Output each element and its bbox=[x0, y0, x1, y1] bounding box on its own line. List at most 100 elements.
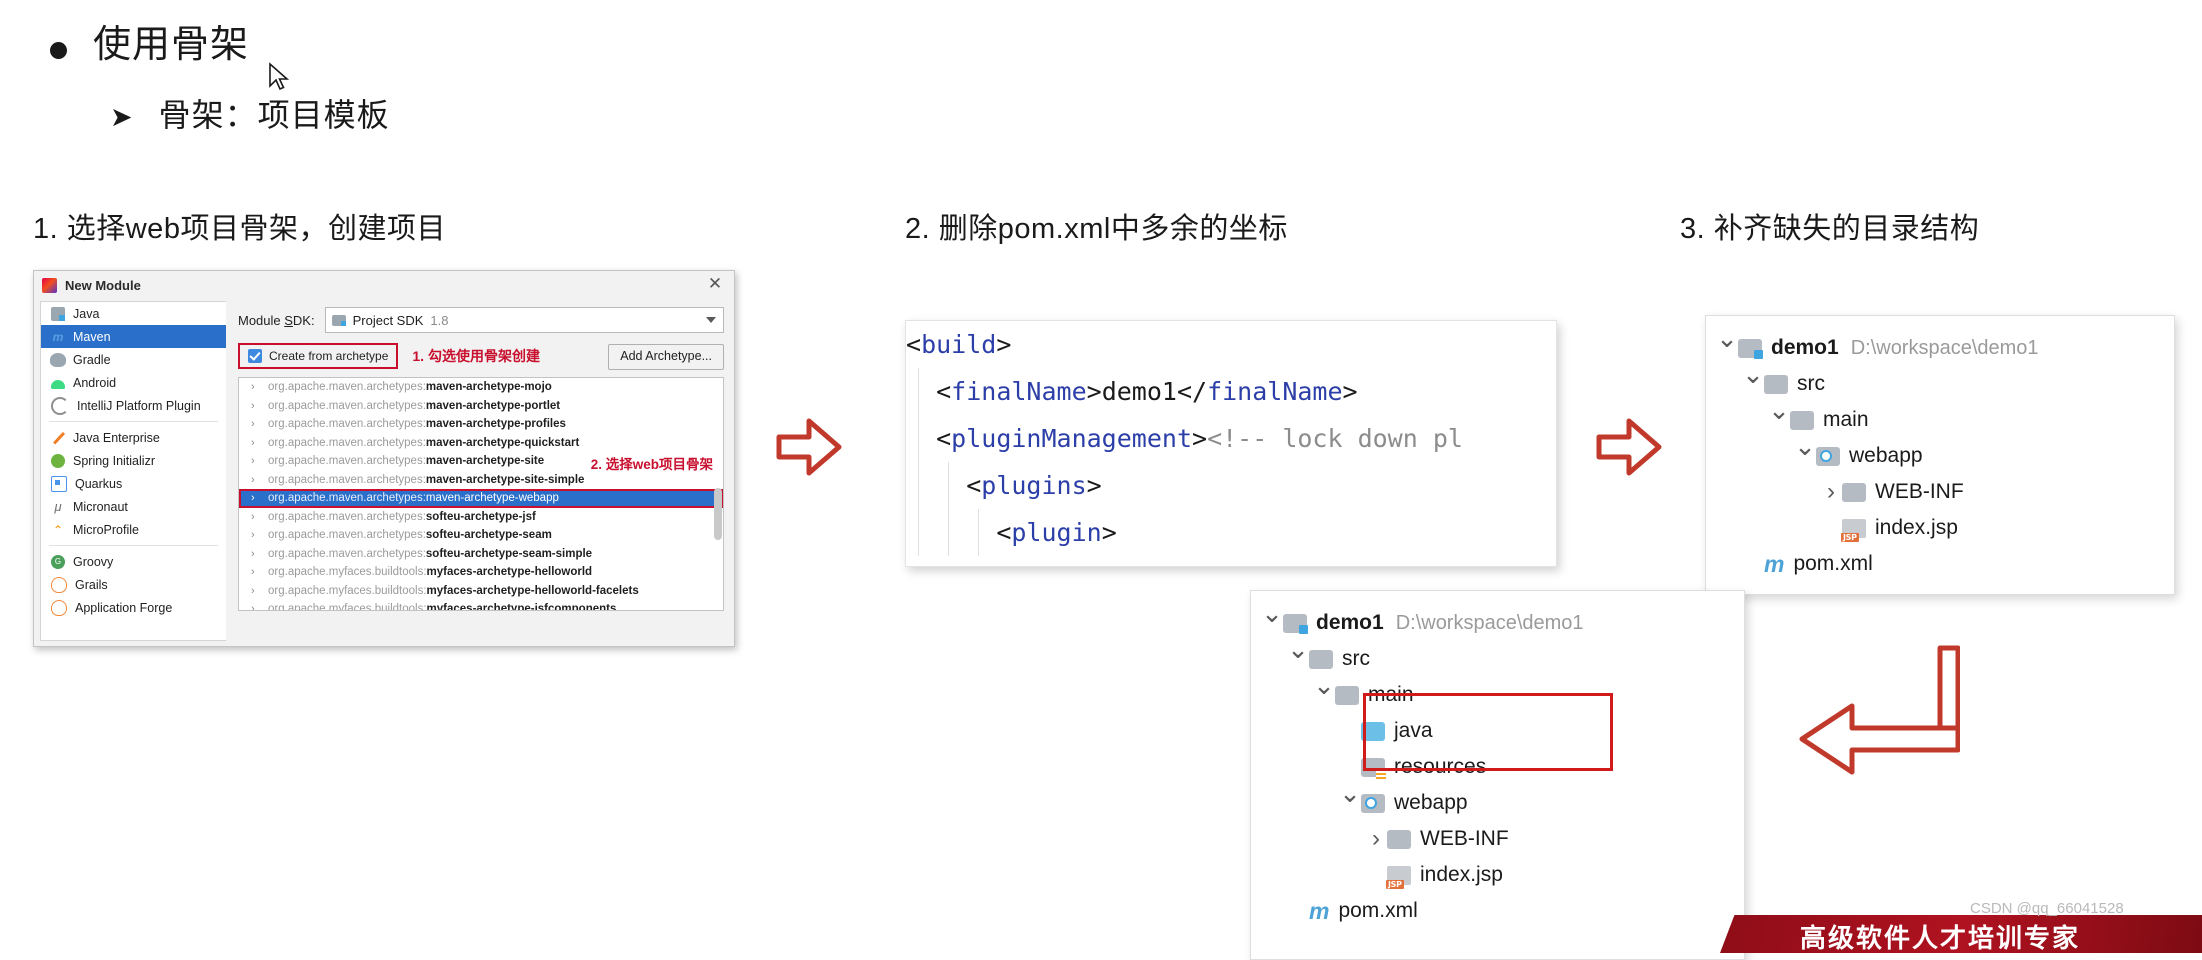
sidebar-item-grails[interactable]: Grails bbox=[41, 573, 226, 596]
code-token: plugin bbox=[1011, 518, 1102, 547]
java-resources-highlight bbox=[1363, 693, 1613, 771]
tree-node[interactable]: WEB-INF bbox=[1261, 821, 1726, 857]
tree-node[interactable]: m pom.xml bbox=[1716, 546, 2156, 582]
create-from-archetype-checkbox-group[interactable]: Create from archetype bbox=[238, 343, 399, 369]
chevron-down-icon[interactable] bbox=[1261, 614, 1283, 632]
bullet-level2-label: 骨架：项目模板 bbox=[158, 97, 390, 133]
folder-icon bbox=[1309, 649, 1333, 669]
archetype-item[interactable]: › org.apache.maven.archetypes:maven-arche… bbox=[239, 378, 723, 397]
chevron-right-icon[interactable]: › bbox=[251, 455, 260, 467]
code-line: <build> bbox=[906, 321, 1556, 368]
grails-icon bbox=[51, 576, 67, 593]
module-sdk-label: Module SDK: bbox=[238, 312, 315, 328]
chevron-down-icon[interactable] bbox=[1794, 447, 1816, 465]
sidebar-item-application-forge[interactable]: Application Forge bbox=[41, 596, 226, 619]
bullet-level2: ➤ 骨架：项目模板 bbox=[110, 95, 390, 135]
chevron-right-icon[interactable]: › bbox=[251, 548, 260, 560]
module-type-list[interactable]: Java m Maven Gradle Android IntelliJ Platform… bbox=[40, 301, 226, 641]
archetype-label: org.apache.maven.archetypes:maven-archet… bbox=[268, 418, 566, 430]
chevron-right-icon[interactable] bbox=[1820, 478, 1842, 506]
chevron-down-icon[interactable] bbox=[1716, 339, 1738, 357]
add-archetype-button[interactable]: Add Archetype... bbox=[608, 344, 724, 370]
dialog-title: New Module bbox=[65, 277, 141, 293]
archetype-item[interactable]: › org.apache.maven.archetypes:softeu-arch… bbox=[239, 545, 723, 564]
chevron-right-icon[interactable]: › bbox=[251, 474, 260, 486]
tree-node[interactable]: index.jsp bbox=[1261, 857, 1726, 893]
dialog-body: Java m Maven Gradle Android IntelliJ Platform… bbox=[34, 299, 734, 645]
module-sdk-select[interactable]: Project SDK 1.8 bbox=[324, 307, 724, 333]
tree-node[interactable]: main bbox=[1716, 402, 2156, 438]
chevron-down-icon[interactable] bbox=[706, 317, 716, 323]
archetype-artifact: maven-archetype-site-simple bbox=[425, 473, 585, 486]
chevron-right-icon[interactable]: › bbox=[251, 437, 260, 449]
intellij-logo-icon bbox=[42, 277, 57, 293]
new-module-dialog: New Module ✕ Java m Maven Gradle Android Inte… bbox=[33, 270, 735, 647]
checkbox-checked-icon[interactable] bbox=[248, 349, 262, 363]
archetype-item[interactable]: › org.apache.myfaces.buildtools:myfaces-a… bbox=[239, 563, 723, 582]
indent-guide bbox=[978, 509, 979, 556]
archetype-label: org.apache.maven.archetypes:maven-archet… bbox=[268, 437, 579, 449]
archetype-item[interactable]: › org.apache.maven.archetypes:maven-arche… bbox=[239, 415, 723, 434]
archetype-item[interactable]: › org.apache.maven.archetypes:maven-arche… bbox=[239, 397, 723, 416]
sidebar-item-quarkus[interactable]: Quarkus bbox=[41, 472, 226, 495]
sidebar-item-groovy[interactable]: G Groovy bbox=[41, 550, 226, 573]
sidebar-item-android[interactable]: Android bbox=[41, 371, 226, 394]
tree-node[interactable]: index.jsp bbox=[1716, 510, 2156, 546]
project-tree-before[interactable]: demo1 D:\workspace\demo1 src main webapp WEB-… bbox=[1705, 315, 2175, 595]
chevron-down-icon[interactable] bbox=[1742, 375, 1764, 393]
chevron-down-icon[interactable] bbox=[1768, 411, 1790, 429]
webapp-folder-icon bbox=[1361, 793, 1385, 813]
archetype-item[interactable]: › org.apache.maven.archetypes:softeu-arch… bbox=[239, 526, 723, 545]
close-icon[interactable]: ✕ bbox=[706, 275, 724, 293]
sidebar-item-maven[interactable]: m Maven bbox=[41, 325, 226, 348]
chevron-down-icon[interactable] bbox=[1287, 650, 1309, 668]
archetype-label: org.apache.myfaces.buildtools:myfaces-ar… bbox=[268, 603, 616, 610]
tree-node-label: index.jsp bbox=[1420, 863, 1503, 886]
chevron-right-icon[interactable]: › bbox=[251, 418, 260, 430]
archetype-item[interactable]: › org.apache.myfaces.buildtools:myfaces-a… bbox=[239, 582, 723, 601]
archetype-item[interactable]: › org.apache.maven.archetypes:softeu-arch… bbox=[239, 508, 723, 527]
archetype-item[interactable]: › org.apache.maven.archetypes:maven-arche… bbox=[239, 434, 723, 453]
sidebar-item-label: IntelliJ Platform Plugin bbox=[77, 398, 201, 413]
tree-node-label: main bbox=[1823, 408, 1869, 431]
archetype-list-scrollbar[interactable] bbox=[714, 488, 722, 540]
tree-node[interactable]: m pom.xml bbox=[1261, 893, 1726, 929]
tree-node[interactable]: webapp bbox=[1716, 438, 2156, 474]
chevron-right-icon[interactable] bbox=[1365, 825, 1387, 853]
code-token: pluginManagement bbox=[951, 424, 1192, 453]
sidebar-item-java[interactable]: Java bbox=[41, 302, 226, 325]
tree-node[interactable]: demo1 D:\workspace\demo1 bbox=[1261, 605, 1726, 641]
chevron-right-icon[interactable]: › bbox=[251, 529, 260, 541]
sidebar-item-spring-initializr[interactable]: Spring Initializr bbox=[41, 449, 226, 472]
code-line: <pluginManagement><!-- lock down pl bbox=[906, 415, 1556, 462]
csdn-watermark: CSDN @qq_66041528 bbox=[1970, 900, 2124, 917]
tree-node[interactable]: webapp bbox=[1261, 785, 1726, 821]
jsp-file-icon bbox=[1386, 865, 1411, 889]
archetype-item[interactable]: › org.apache.myfaces.buildtools:myfaces-a… bbox=[239, 600, 723, 610]
chevron-right-icon[interactable]: › bbox=[251, 566, 260, 578]
project-tree-after[interactable]: demo1D:\workspace\demo1srcmainjavaresour… bbox=[1250, 590, 1745, 960]
archetype-list[interactable]: › org.apache.maven.archetypes:maven-arche… bbox=[238, 377, 724, 611]
module-sdk-row: Module SDK: Project SDK 1.8 bbox=[238, 307, 724, 333]
archetype-label: org.apache.myfaces.buildtools:myfaces-ar… bbox=[268, 566, 592, 578]
archetype-label: org.apache.myfaces.buildtools:myfaces-ar… bbox=[268, 585, 639, 597]
chevron-right-icon[interactable]: › bbox=[251, 585, 260, 597]
sidebar-item-java-enterprise[interactable]: Java Enterprise bbox=[41, 426, 226, 449]
chevron-right-icon[interactable]: › bbox=[251, 511, 260, 523]
tree-node-label: demo1 bbox=[1771, 336, 1839, 359]
chevron-right-icon[interactable]: › bbox=[251, 603, 260, 610]
tree-node[interactable]: demo1 D:\workspace\demo1 bbox=[1716, 330, 2156, 366]
bullet-level1: 使用骨架 bbox=[50, 22, 249, 70]
chevron-right-icon[interactable]: › bbox=[251, 400, 260, 412]
sidebar-item-label: Micronaut bbox=[73, 499, 128, 514]
chevron-right-icon[interactable]: › bbox=[251, 381, 260, 393]
tree-node[interactable]: WEB-INF bbox=[1716, 474, 2156, 510]
chevron-down-icon[interactable] bbox=[1339, 794, 1361, 812]
sidebar-item-micronaut[interactable]: μ Micronaut bbox=[41, 495, 226, 518]
sidebar-item-intellij-platform-plugin[interactable]: IntelliJ Platform Plugin bbox=[41, 394, 226, 417]
sidebar-item-microprofile[interactable]: ⌃ MicroProfile bbox=[41, 518, 226, 541]
chevron-down-icon[interactable] bbox=[1313, 686, 1335, 704]
sidebar-item-gradle[interactable]: Gradle bbox=[41, 348, 226, 371]
archetype-item[interactable]: › org.apache.maven.archetypes:maven-arche… bbox=[239, 471, 723, 490]
archetype-group: org.apache.maven.archetypes: bbox=[268, 399, 426, 412]
